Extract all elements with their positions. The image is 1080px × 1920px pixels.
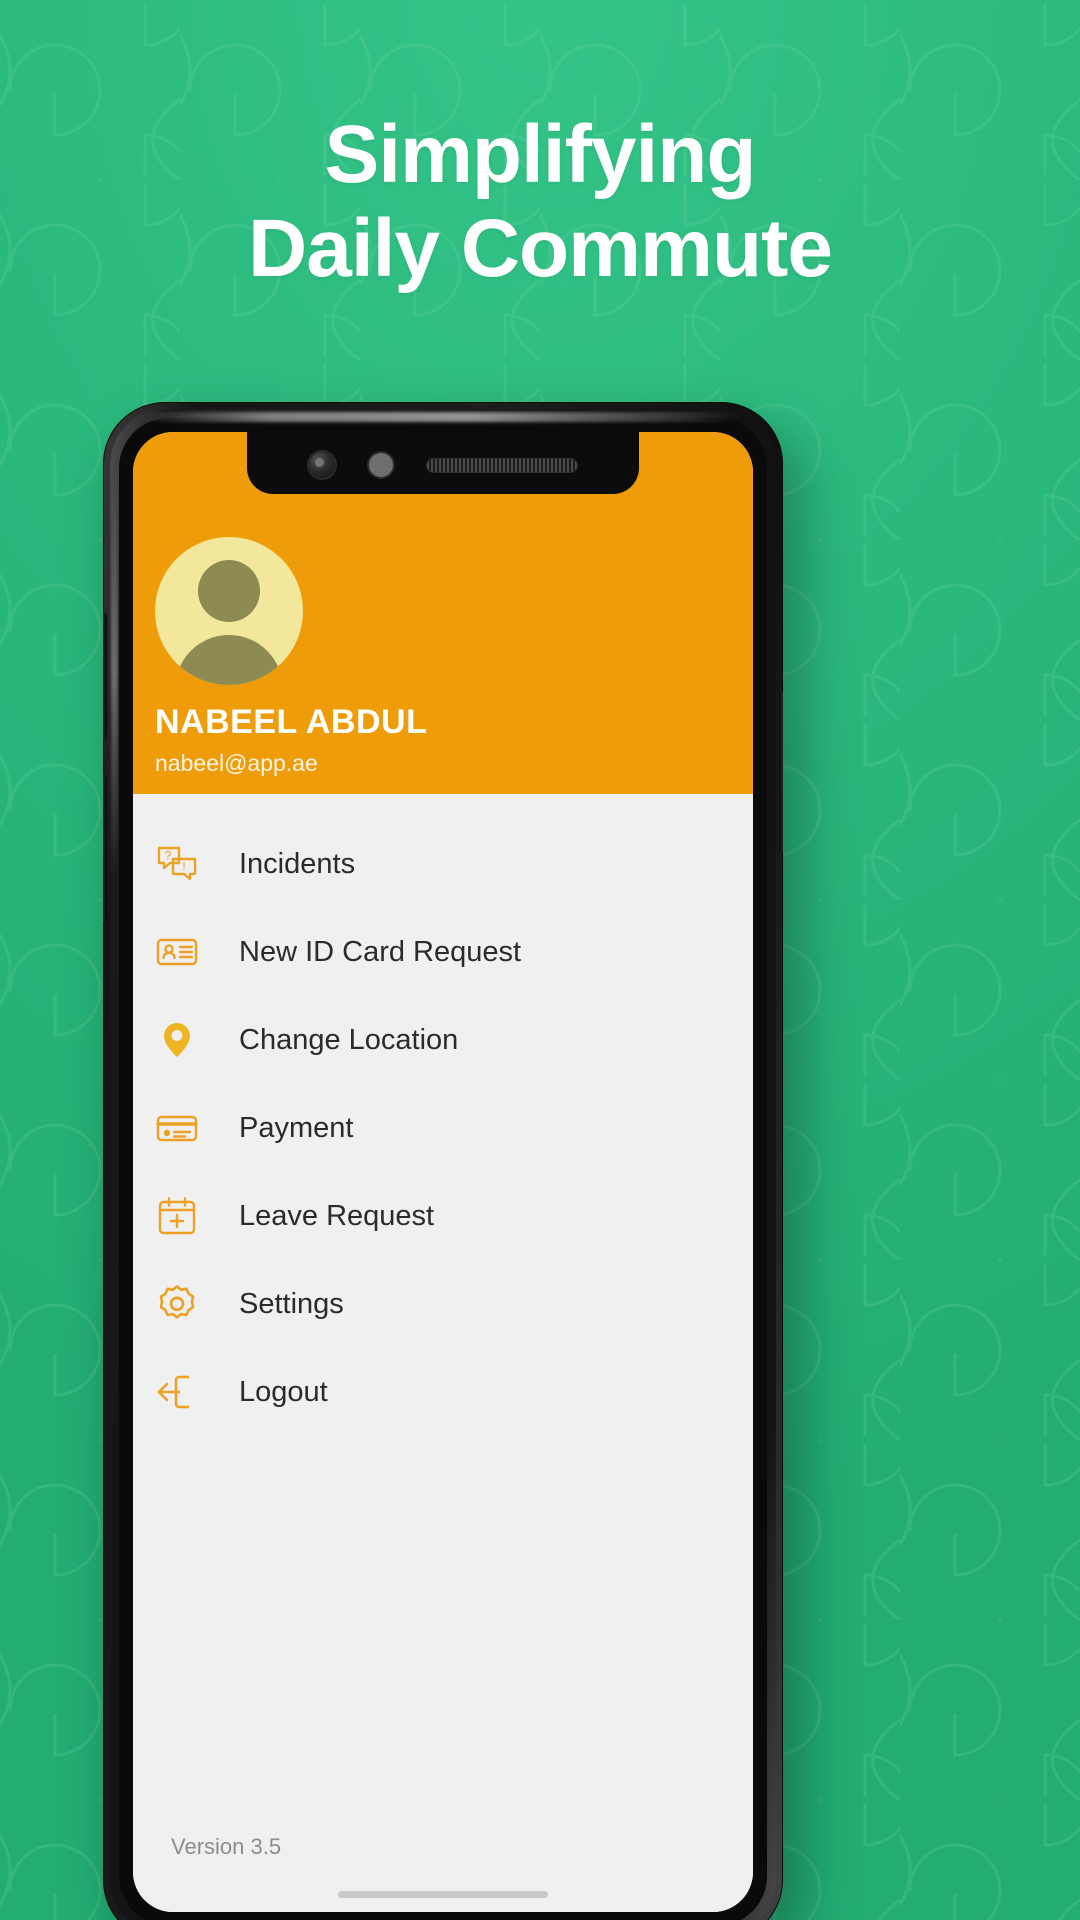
svg-text:?: ? (165, 849, 172, 863)
phone-mockup: NABEEL ABDUL nabeel@app.ae ? ! Incidents (103, 402, 805, 1920)
phone-top-highlight (139, 412, 739, 422)
menu-item-logout[interactable]: Logout (133, 1348, 753, 1436)
menu-item-label: Incidents (239, 847, 356, 880)
volume-up-button[interactable] (103, 612, 107, 740)
menu-item-label: Payment (239, 1111, 354, 1144)
headline-line-2: Daily Commute (248, 203, 833, 294)
gear-icon (155, 1282, 211, 1326)
menu-item-settings[interactable]: Settings (133, 1260, 753, 1348)
app-version-label: Version 3.5 (171, 1834, 282, 1859)
menu-item-label: Change Location (239, 1023, 459, 1056)
map-pin-icon (155, 1018, 211, 1062)
phone-notch (247, 432, 639, 494)
user-name: NABEEL ABDUL (155, 703, 428, 741)
menu-item-label: New ID Card Request (239, 935, 522, 968)
phone-screen: NABEEL ABDUL nabeel@app.ae ? ! Incidents (133, 432, 753, 1912)
chat-bubbles-question-exclamation-icon: ? ! (155, 842, 211, 886)
phone-body: NABEEL ABDUL nabeel@app.ae ? ! Incidents (103, 402, 783, 1920)
menu-item-label: Leave Request (239, 1199, 435, 1232)
menu-item-new-id-card-request[interactable]: New ID Card Request (133, 908, 753, 996)
avatar-shoulders-shape (175, 635, 283, 685)
proximity-sensor-icon (369, 453, 393, 477)
promo-headline: Simplifying Daily Commute (0, 108, 1080, 296)
power-button[interactable] (779, 692, 783, 852)
phone-left-highlight (111, 462, 118, 882)
menu-item-leave-request[interactable]: Leave Request (133, 1172, 753, 1260)
home-indicator (338, 1891, 548, 1898)
user-avatar-icon[interactable] (155, 537, 303, 685)
menu-item-label: Logout (239, 1375, 328, 1408)
logout-arrow-icon (155, 1370, 211, 1414)
menu-item-change-location[interactable]: Change Location (133, 996, 753, 1084)
user-email: nabeel@app.ae (155, 750, 318, 776)
calendar-plus-icon (155, 1194, 211, 1238)
menu-item-payment[interactable]: Payment (133, 1084, 753, 1172)
credit-card-icon (155, 1106, 211, 1150)
drawer-menu: ? ! Incidents New ID Card Request Change… (133, 794, 753, 1912)
id-card-icon (155, 930, 211, 974)
menu-item-label: Settings (239, 1287, 344, 1320)
avatar-head-shape (198, 560, 260, 622)
headline-line-1: Simplifying (324, 109, 757, 200)
volume-down-button[interactable] (103, 774, 107, 922)
front-camera-icon (309, 452, 335, 478)
earpiece-speaker-icon (427, 458, 577, 472)
menu-item-incidents[interactable]: ? ! Incidents (133, 820, 753, 908)
svg-text:!: ! (182, 860, 185, 874)
